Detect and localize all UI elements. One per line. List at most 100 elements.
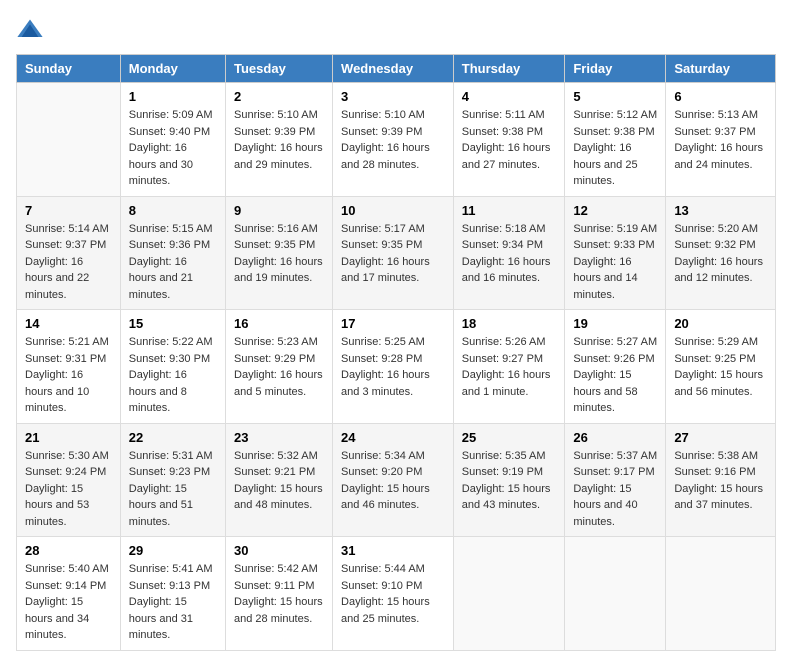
day-number: 6 bbox=[674, 89, 767, 104]
day-details: Sunrise: 5:15 AMSunset: 9:36 PMDaylight:… bbox=[129, 221, 217, 304]
day-details: Sunrise: 5:21 AMSunset: 9:31 PMDaylight:… bbox=[25, 334, 112, 417]
page-header bbox=[16, 16, 776, 44]
day-number: 26 bbox=[573, 430, 657, 445]
calendar-cell: 10 Sunrise: 5:17 AMSunset: 9:35 PMDayligh… bbox=[333, 196, 454, 310]
day-details: Sunrise: 5:12 AMSunset: 9:38 PMDaylight:… bbox=[573, 107, 657, 190]
day-details: Sunrise: 5:18 AMSunset: 9:34 PMDaylight:… bbox=[462, 221, 557, 287]
day-number: 25 bbox=[462, 430, 557, 445]
day-number: 13 bbox=[674, 203, 767, 218]
calendar-week-row: 1 Sunrise: 5:09 AMSunset: 9:40 PMDaylight… bbox=[17, 83, 776, 197]
calendar-cell bbox=[666, 537, 776, 651]
day-number: 10 bbox=[341, 203, 445, 218]
column-header-saturday: Saturday bbox=[666, 55, 776, 83]
day-number: 23 bbox=[234, 430, 324, 445]
day-number: 1 bbox=[129, 89, 217, 104]
calendar-cell: 8 Sunrise: 5:15 AMSunset: 9:36 PMDaylight… bbox=[120, 196, 225, 310]
day-number: 9 bbox=[234, 203, 324, 218]
day-details: Sunrise: 5:32 AMSunset: 9:21 PMDaylight:… bbox=[234, 448, 324, 514]
day-number: 5 bbox=[573, 89, 657, 104]
day-details: Sunrise: 5:41 AMSunset: 9:13 PMDaylight:… bbox=[129, 561, 217, 644]
day-number: 18 bbox=[462, 316, 557, 331]
calendar-week-row: 28Sunrise: 5:40 AMSunset: 9:14 PMDayligh… bbox=[17, 537, 776, 651]
calendar-cell: 6 Sunrise: 5:13 AMSunset: 9:37 PMDaylight… bbox=[666, 83, 776, 197]
calendar-cell: 30Sunrise: 5:42 AMSunset: 9:11 PMDayligh… bbox=[226, 537, 333, 651]
day-details: Sunrise: 5:16 AMSunset: 9:35 PMDaylight:… bbox=[234, 221, 324, 287]
calendar-cell: 18 Sunrise: 5:26 AMSunset: 9:27 PMDayligh… bbox=[453, 310, 565, 424]
column-header-tuesday: Tuesday bbox=[226, 55, 333, 83]
calendar-cell: 3 Sunrise: 5:10 AMSunset: 9:39 PMDaylight… bbox=[333, 83, 454, 197]
calendar-cell: 4 Sunrise: 5:11 AMSunset: 9:38 PMDaylight… bbox=[453, 83, 565, 197]
day-number: 22 bbox=[129, 430, 217, 445]
day-details: Sunrise: 5:19 AMSunset: 9:33 PMDaylight:… bbox=[573, 221, 657, 304]
calendar-cell: 29 Sunrise: 5:41 AMSunset: 9:13 PMDayligh… bbox=[120, 537, 225, 651]
calendar-cell: 20Sunrise: 5:29 AMSunset: 9:25 PMDayligh… bbox=[666, 310, 776, 424]
day-details: Sunrise: 5:25 AMSunset: 9:28 PMDaylight:… bbox=[341, 334, 445, 400]
day-number: 24 bbox=[341, 430, 445, 445]
calendar-cell: 25 Sunrise: 5:35 AMSunset: 9:19 PMDayligh… bbox=[453, 423, 565, 537]
day-details: Sunrise: 5:34 AMSunset: 9:20 PMDaylight:… bbox=[341, 448, 445, 514]
calendar-cell: 13 Sunrise: 5:20 AMSunset: 9:32 PMDayligh… bbox=[666, 196, 776, 310]
day-details: Sunrise: 5:22 AMSunset: 9:30 PMDaylight:… bbox=[129, 334, 217, 417]
day-details: Sunrise: 5:30 AMSunset: 9:24 PMDaylight:… bbox=[25, 448, 112, 531]
calendar-cell: 24 Sunrise: 5:34 AMSunset: 9:20 PMDayligh… bbox=[333, 423, 454, 537]
calendar-cell bbox=[453, 537, 565, 651]
calendar-cell: 31Sunrise: 5:44 AMSunset: 9:10 PMDayligh… bbox=[333, 537, 454, 651]
calendar-cell: 2 Sunrise: 5:10 AMSunset: 9:39 PMDaylight… bbox=[226, 83, 333, 197]
calendar-cell: 21 Sunrise: 5:30 AMSunset: 9:24 PMDayligh… bbox=[17, 423, 121, 537]
calendar-cell: 16 Sunrise: 5:23 AMSunset: 9:29 PMDayligh… bbox=[226, 310, 333, 424]
day-number: 29 bbox=[129, 543, 217, 558]
calendar-cell: 12 Sunrise: 5:19 AMSunset: 9:33 PMDayligh… bbox=[565, 196, 666, 310]
calendar-week-row: 21 Sunrise: 5:30 AMSunset: 9:24 PMDayligh… bbox=[17, 423, 776, 537]
day-number: 7 bbox=[25, 203, 112, 218]
day-number: 4 bbox=[462, 89, 557, 104]
calendar-cell: 5 Sunrise: 5:12 AMSunset: 9:38 PMDaylight… bbox=[565, 83, 666, 197]
day-details: Sunrise: 5:27 AMSunset: 9:26 PMDaylight:… bbox=[573, 334, 657, 417]
calendar-week-row: 14 Sunrise: 5:21 AMSunset: 9:31 PMDayligh… bbox=[17, 310, 776, 424]
day-details: Sunrise: 5:26 AMSunset: 9:27 PMDaylight:… bbox=[462, 334, 557, 400]
day-details: Sunrise: 5:09 AMSunset: 9:40 PMDaylight:… bbox=[129, 107, 217, 190]
day-number: 12 bbox=[573, 203, 657, 218]
day-number: 30 bbox=[234, 543, 324, 558]
day-details: Sunrise: 5:10 AMSunset: 9:39 PMDaylight:… bbox=[341, 107, 445, 173]
day-number: 28 bbox=[25, 543, 112, 558]
day-details: Sunrise: 5:35 AMSunset: 9:19 PMDaylight:… bbox=[462, 448, 557, 514]
day-details: Sunrise: 5:23 AMSunset: 9:29 PMDaylight:… bbox=[234, 334, 324, 400]
calendar-cell: 7 Sunrise: 5:14 AMSunset: 9:37 PMDaylight… bbox=[17, 196, 121, 310]
column-header-monday: Monday bbox=[120, 55, 225, 83]
day-details: Sunrise: 5:10 AMSunset: 9:39 PMDaylight:… bbox=[234, 107, 324, 173]
column-header-wednesday: Wednesday bbox=[333, 55, 454, 83]
calendar-cell: 27 Sunrise: 5:38 AMSunset: 9:16 PMDayligh… bbox=[666, 423, 776, 537]
day-details: Sunrise: 5:20 AMSunset: 9:32 PMDaylight:… bbox=[674, 221, 767, 287]
calendar-cell: 15 Sunrise: 5:22 AMSunset: 9:30 PMDayligh… bbox=[120, 310, 225, 424]
day-details: Sunrise: 5:38 AMSunset: 9:16 PMDaylight:… bbox=[674, 448, 767, 514]
calendar-week-row: 7 Sunrise: 5:14 AMSunset: 9:37 PMDaylight… bbox=[17, 196, 776, 310]
day-number: 16 bbox=[234, 316, 324, 331]
day-number: 8 bbox=[129, 203, 217, 218]
column-header-friday: Friday bbox=[565, 55, 666, 83]
logo-icon bbox=[16, 16, 44, 44]
calendar-header-row: SundayMondayTuesdayWednesdayThursdayFrid… bbox=[17, 55, 776, 83]
column-header-thursday: Thursday bbox=[453, 55, 565, 83]
day-number: 3 bbox=[341, 89, 445, 104]
calendar-cell: 1 Sunrise: 5:09 AMSunset: 9:40 PMDaylight… bbox=[120, 83, 225, 197]
calendar-cell: 19Sunrise: 5:27 AMSunset: 9:26 PMDayligh… bbox=[565, 310, 666, 424]
day-details: Sunrise: 5:17 AMSunset: 9:35 PMDaylight:… bbox=[341, 221, 445, 287]
day-number: 15 bbox=[129, 316, 217, 331]
calendar-cell bbox=[17, 83, 121, 197]
day-number: 27 bbox=[674, 430, 767, 445]
calendar-cell: 26 Sunrise: 5:37 AMSunset: 9:17 PMDayligh… bbox=[565, 423, 666, 537]
calendar-cell: 17 Sunrise: 5:25 AMSunset: 9:28 PMDayligh… bbox=[333, 310, 454, 424]
day-details: Sunrise: 5:13 AMSunset: 9:37 PMDaylight:… bbox=[674, 107, 767, 173]
day-number: 2 bbox=[234, 89, 324, 104]
day-details: Sunrise: 5:29 AMSunset: 9:25 PMDaylight:… bbox=[674, 334, 767, 400]
calendar-cell: 11Sunrise: 5:18 AMSunset: 9:34 PMDayligh… bbox=[453, 196, 565, 310]
day-details: Sunrise: 5:37 AMSunset: 9:17 PMDaylight:… bbox=[573, 448, 657, 531]
day-number: 17 bbox=[341, 316, 445, 331]
day-details: Sunrise: 5:11 AMSunset: 9:38 PMDaylight:… bbox=[462, 107, 557, 173]
day-details: Sunrise: 5:14 AMSunset: 9:37 PMDaylight:… bbox=[25, 221, 112, 304]
day-number: 21 bbox=[25, 430, 112, 445]
calendar-cell: 23 Sunrise: 5:32 AMSunset: 9:21 PMDayligh… bbox=[226, 423, 333, 537]
day-details: Sunrise: 5:44 AMSunset: 9:10 PMDaylight:… bbox=[341, 561, 445, 627]
day-number: 14 bbox=[25, 316, 112, 331]
calendar-cell: 22Sunrise: 5:31 AMSunset: 9:23 PMDayligh… bbox=[120, 423, 225, 537]
